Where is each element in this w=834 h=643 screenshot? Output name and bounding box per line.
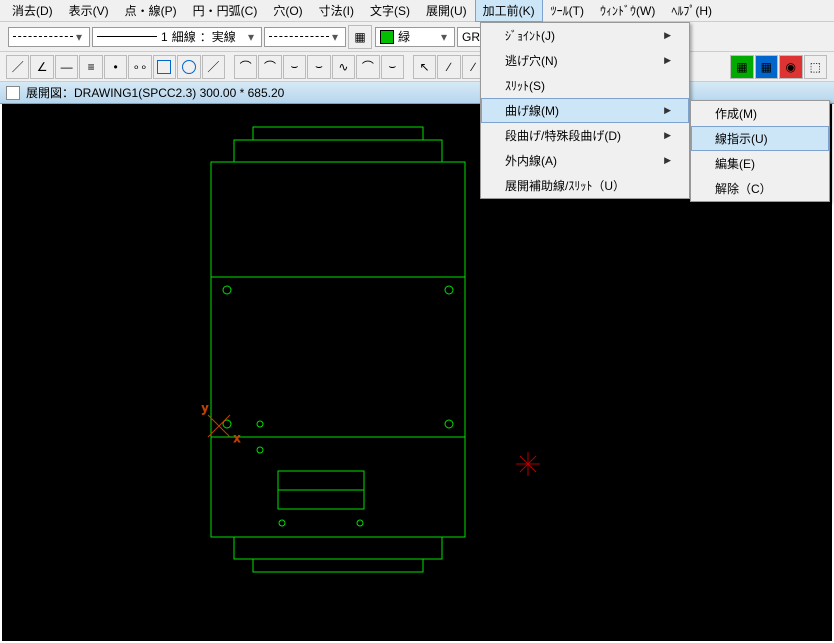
tool-line-icon[interactable]: ／ <box>6 55 29 79</box>
line-type-select[interactable]: 1 細線 ：実線 ▾ <box>92 27 262 47</box>
tool-angle-icon[interactable]: ∠ <box>30 55 53 79</box>
tool-arc5-icon[interactable]: ∿ <box>332 55 355 79</box>
menuitem-4[interactable]: 段曲げ/特殊段曲げ(D)▶ <box>481 123 689 148</box>
menuitem-6[interactable]: 展開補助線/ｽﾘｯﾄ（U） <box>481 173 689 198</box>
dash-select-2[interactable]: ▾ <box>264 27 346 47</box>
tool-arc4-icon[interactable]: ⌣ <box>307 55 330 79</box>
menu-7[interactable]: 展開(U) <box>418 0 475 22</box>
tool-dot-icon[interactable]: • <box>104 55 127 79</box>
menu-6[interactable]: 文字(S) <box>362 0 418 22</box>
menu-4[interactable]: 穴(O) <box>265 0 310 22</box>
tool-toolbar: ／ ∠ ― ≡ • ∘∘ ／ ⌒ ⌒ ⌣ ⌣ ∿ ⌒ ⌣ ↖ ∕ ∕ ∕ ▭ ▦… <box>0 52 834 82</box>
tool-multiline-icon[interactable]: ≡ <box>79 55 102 79</box>
line-kind: 細線 <box>172 28 196 45</box>
doc-icon <box>6 86 20 100</box>
svg-text:y: y <box>202 401 208 415</box>
menu-3[interactable]: 円・円弧(C) <box>185 0 266 22</box>
tool-mode4-icon[interactable]: ⬚ <box>804 55 827 79</box>
tool-mode2-icon[interactable]: ▦ <box>755 55 778 79</box>
tool-arc3-icon[interactable]: ⌣ <box>283 55 306 79</box>
color-swatch <box>380 30 394 44</box>
svg-text:x: x <box>234 431 240 445</box>
tool-rect-icon[interactable] <box>153 55 176 79</box>
tool-chain-icon[interactable]: ∘∘ <box>128 55 151 79</box>
menu-8[interactable]: 加工前(K) <box>475 0 543 22</box>
color-select[interactable]: 緑 ▾ <box>375 27 455 47</box>
menuitem-1[interactable]: 逃げ穴(N)▶ <box>481 48 689 73</box>
menuitem-2[interactable]: ｽﾘｯﾄ(S) <box>481 73 689 98</box>
tool-arc1-icon[interactable]: ⌒ <box>234 55 257 79</box>
tool-line2-icon[interactable]: ／ <box>202 55 225 79</box>
submenuitem-3[interactable]: 解除（C） <box>691 176 829 201</box>
menu-11[interactable]: ﾍﾙﾌﾟ(H) <box>663 0 720 22</box>
menu-2[interactable]: 点・線(P) <box>117 0 185 22</box>
tool-arc6-icon[interactable]: ⌒ <box>356 55 379 79</box>
property-toolbar: ▾ 1 細線 ：実線 ▾ ▾ ▦ 緑 ▾ <box>0 22 834 52</box>
tool-arc2-icon[interactable]: ⌒ <box>258 55 281 79</box>
menu-kakoumae: ｼﾞｮｲﾝﾄ(J)▶逃げ穴(N)▶ｽﾘｯﾄ(S)曲げ線(M)▶段曲げ/特殊段曲げ… <box>480 22 690 199</box>
submenuitem-0[interactable]: 作成(M) <box>691 101 829 126</box>
dash-select[interactable]: ▾ <box>8 27 90 47</box>
menu-9[interactable]: ﾂｰﾙ(T) <box>543 0 592 22</box>
submenu-mageline: 作成(M)線指示(U)編集(E)解除（C） <box>690 100 830 202</box>
menu-5[interactable]: 寸法(I) <box>311 0 362 22</box>
menuitem-5[interactable]: 外内線(A)▶ <box>481 148 689 173</box>
tool-mode3-icon[interactable]: ◉ <box>779 55 802 79</box>
tool-edge1-icon[interactable]: ∕ <box>437 55 460 79</box>
menu-10[interactable]: ｳｨﾝﾄﾞｳ(W) <box>592 0 663 22</box>
menuitem-3[interactable]: 曲げ線(M)▶ <box>481 98 689 123</box>
color-name: 緑 <box>398 28 410 45</box>
menu-1[interactable]: 表示(V) <box>61 0 117 22</box>
tool-circle-icon[interactable] <box>177 55 200 79</box>
line-no: 1 <box>161 30 168 44</box>
tool-mode1-icon[interactable]: ▦ <box>730 55 753 79</box>
menuitem-0[interactable]: ｼﾞｮｲﾝﾄ(J)▶ <box>481 23 689 48</box>
menu-bar: 消去(D)表示(V)点・線(P)円・円弧(C)穴(O)寸法(I)文字(S)展開(… <box>0 0 834 22</box>
tool-arc7-icon[interactable]: ⌣ <box>381 55 404 79</box>
menu-0[interactable]: 消去(D) <box>4 0 61 22</box>
submenuitem-2[interactable]: 編集(E) <box>691 151 829 176</box>
color-button[interactable]: ▦ <box>348 25 372 49</box>
line-style: ：実線 <box>200 28 236 45</box>
tool-pointer-icon[interactable]: ↖ <box>413 55 436 79</box>
submenuitem-1[interactable]: 線指示(U) <box>691 126 829 151</box>
document-title: 展開図：DRAWING1(SPCC2.3) 300.00 * 685.20 <box>26 84 284 101</box>
tool-hline-icon[interactable]: ― <box>55 55 78 79</box>
